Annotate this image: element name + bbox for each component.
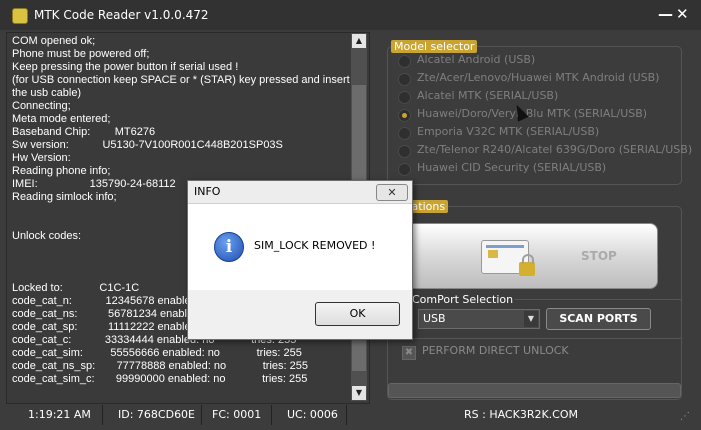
dialog-message: SIM_LOCK REMOVED !: [254, 239, 376, 252]
dialog-title: INFO: [194, 185, 221, 198]
radio-selected-icon[interactable]: [398, 109, 411, 122]
stop-label: STOP: [581, 249, 617, 263]
info-icon: i: [214, 232, 244, 262]
radio-icon[interactable]: [398, 55, 411, 68]
model-option-label: Huawei/Doro/Veryk Blu MTK (SERIAL/USB): [417, 107, 648, 120]
status-fc: FC: 0001: [212, 408, 262, 421]
model-option-label: Zte/Telenor R240/Alcatel 639G/Doro (SERI…: [417, 143, 693, 156]
radio-icon[interactable]: [398, 73, 411, 86]
model-selector-label: Model selector: [391, 40, 478, 53]
model-option-label: Alcatel MTK (SERIAL/USB): [417, 89, 559, 102]
status-rs: RS : HACK3R2K.COM: [464, 408, 579, 421]
radio-icon[interactable]: [398, 145, 411, 158]
stop-button[interactable]: STOP: [400, 223, 658, 289]
resize-grip-icon[interactable]: ⋰: [680, 411, 690, 422]
dialog-body: i SIM_LOCK REMOVED !: [188, 204, 412, 290]
comport-value: USB: [423, 312, 446, 325]
model-selector-group: Alcatel Android (USB) Zte/Acer/Lenovo/Hu…: [387, 46, 692, 185]
minimize-button[interactable]: —: [658, 5, 673, 23]
radio-icon[interactable]: [398, 91, 411, 104]
dialog-title-bar[interactable]: INFO ✕: [188, 181, 412, 204]
title-bar[interactable]: MTK Code Reader v1.0.0.472 — ✕: [0, 0, 701, 30]
scroll-down-icon[interactable]: ▼: [352, 386, 366, 400]
status-uc: UC: 0006: [287, 408, 338, 421]
operations-group: STOP ComPort Selection USB ▼ SCAN PORTS …: [387, 206, 682, 400]
status-divider: [271, 405, 272, 425]
scan-ports-button[interactable]: SCAN PORTS: [546, 308, 651, 330]
model-option-label: Zte/Acer/Lenovo/Huawei MTK Android (USB): [417, 71, 660, 84]
model-option-label: Emporia V32C MTK (SERIAL/USB): [417, 125, 600, 138]
progress-bar: [388, 383, 681, 398]
padlock-icon: [519, 254, 535, 276]
status-time: 1:19:21 AM: [28, 408, 91, 421]
dialog-close-button[interactable]: ✕: [376, 184, 408, 201]
checkbox-icon[interactable]: ✖: [402, 346, 416, 360]
status-divider: [346, 405, 347, 425]
status-divider: [201, 405, 202, 425]
chevron-down-icon[interactable]: ▼: [524, 311, 538, 327]
radio-icon[interactable]: [398, 127, 411, 140]
window-title: MTK Code Reader v1.0.0.472: [34, 8, 209, 22]
comport-select[interactable]: USB ▼: [418, 309, 540, 329]
app-icon: [12, 8, 28, 24]
ok-button[interactable]: OK: [315, 302, 400, 326]
card-chip: [488, 250, 498, 258]
status-divider: [102, 405, 103, 425]
direct-unlock-label[interactable]: PERFORM DIRECT UNLOCK: [422, 344, 569, 357]
close-button[interactable]: ✕: [676, 5, 689, 23]
scroll-up-icon[interactable]: ▲: [352, 34, 366, 48]
radio-icon[interactable]: [398, 163, 411, 176]
info-dialog: INFO ✕ i SIM_LOCK REMOVED ! OK: [187, 180, 413, 340]
status-bar: 1:19:21 AM ID: 768CD60E FC: 0001 UC: 000…: [6, 404, 694, 426]
comport-label: ComPort Selection: [412, 293, 516, 306]
model-option-label: Huawei CID Security (SERIAL/USB): [417, 161, 607, 174]
card-stripe: [486, 245, 524, 248]
model-option-label: Alcatel Android (USB): [417, 53, 536, 66]
status-id: ID: 768CD60E: [118, 408, 196, 421]
